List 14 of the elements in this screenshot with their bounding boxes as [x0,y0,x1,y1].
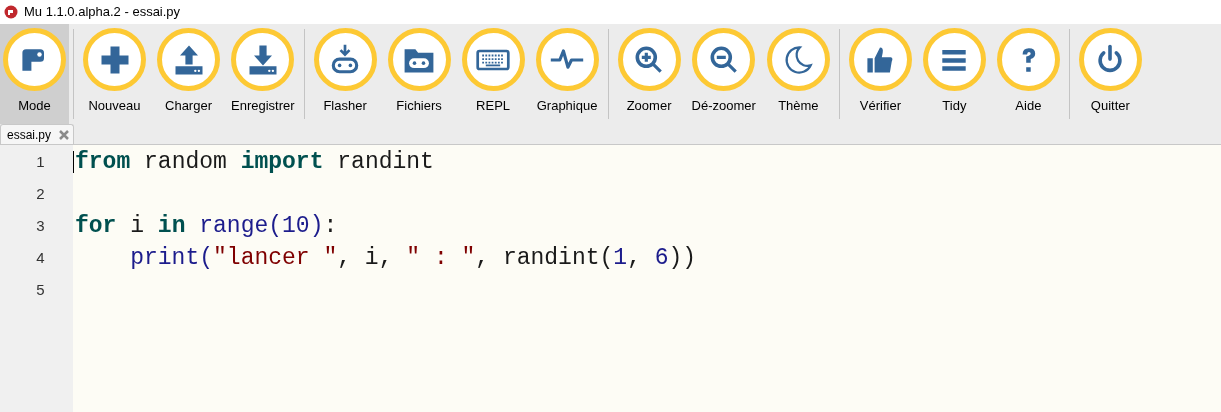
file-tab[interactable]: essai.py [0,124,75,144]
text-cursor [73,151,74,173]
code-line: print("lancer ", i, " : ", randint(1, 6)) [129,246,697,270]
toolbar-button[interactable]: Mode [0,24,69,124]
code-line: from random import randint [75,150,434,174]
code-line: for i in range(10): [75,214,338,238]
line-number: 1 [36,151,45,172]
window-title: Mu 1.1.0.alpha.2 - essai.py [24,3,181,22]
line-number: 4 [36,247,45,268]
app-logo-icon [4,5,18,19]
close-icon[interactable] [59,129,70,140]
line-number: 5 [36,279,45,300]
line-number: 3 [36,215,45,236]
line-number: 2 [36,183,45,204]
